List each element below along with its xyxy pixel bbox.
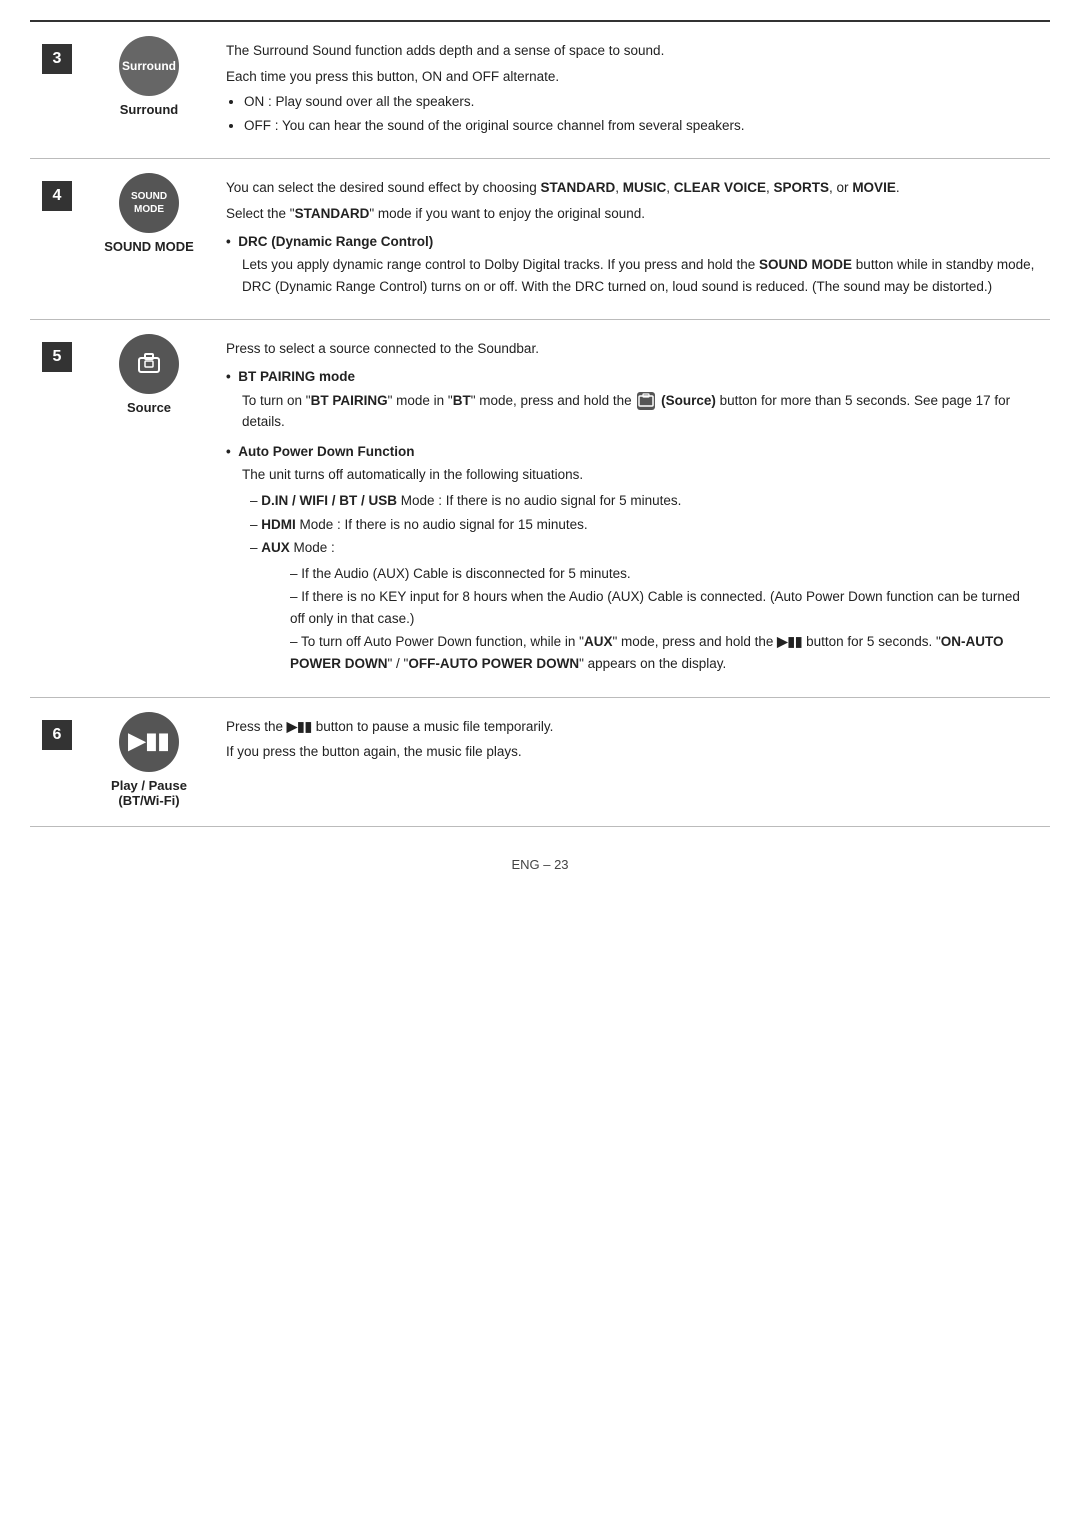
play-pause-desc-2: If you press the button again, the music… (226, 741, 1038, 763)
source-aux-item-1: If the Audio (AUX) Cable is disconnected… (290, 563, 1038, 585)
source-bt-pairing-title: • BT PAIRING mode (226, 366, 1038, 388)
surround-list-item-1: ON : Play sound over all the speakers. (244, 91, 1038, 113)
sound-mode-drc-title: • DRC (Dynamic Range Control) (226, 231, 1038, 253)
source-small-icon (637, 392, 655, 410)
source-auto-power-item-1: D.IN / WIFI / BT / USB Mode : If there i… (250, 490, 1038, 512)
table-row: 5 Source (30, 320, 1050, 697)
play-pause-description: Press the ▶▮▮ button to pause a music fi… (214, 697, 1050, 826)
source-auto-power-desc: The unit turns off automatically in the … (242, 464, 1038, 486)
number-badge-5: 5 (42, 342, 72, 372)
number-badge-6: 6 (42, 720, 72, 750)
row-number-4: 4 (30, 159, 84, 320)
source-auto-power-item-2: HDMI Mode : If there is no audio signal … (250, 514, 1038, 536)
surround-label: Surround (96, 102, 202, 117)
surround-icon: Surround (119, 36, 179, 96)
source-label: Source (96, 400, 202, 415)
sound-mode-description: You can select the desired sound effect … (214, 159, 1050, 320)
sound-mode-desc-2: Select the "STANDARD" mode if you want t… (226, 203, 1038, 225)
icon-cell-surround: Surround Surround (84, 21, 214, 159)
source-auto-power-item-3: AUX Mode : If the Audio (AUX) Cable is d… (250, 537, 1038, 675)
main-table: 3 Surround Surround The Surround Sound f… (30, 20, 1050, 827)
icon-cell-source: Source (84, 320, 214, 697)
source-aux-list: If the Audio (AUX) Cable is disconnected… (290, 563, 1038, 675)
surround-list-item-2: OFF : You can hear the sound of the orig… (244, 115, 1038, 137)
row-number-6: 6 (30, 697, 84, 826)
table-row: 4 SOUNDMODE SOUND MODE You can select th… (30, 159, 1050, 320)
surround-desc-line1: The Surround Sound function adds depth a… (226, 40, 1038, 62)
table-row: 3 Surround Surround The Surround Sound f… (30, 21, 1050, 159)
surround-description: The Surround Sound function adds depth a… (214, 21, 1050, 159)
source-icon (96, 334, 202, 394)
source-auto-power-title: • Auto Power Down Function (226, 441, 1038, 463)
page-number: ENG – 23 (511, 857, 568, 872)
icon-cell-play-pause: ▶▮▮ Play / Pause(BT/Wi-Fi) (84, 697, 214, 826)
source-svg-icon (135, 350, 163, 378)
sound-mode-desc-1: You can select the desired sound effect … (226, 177, 1038, 199)
table-row: 6 ▶▮▮ Play / Pause(BT/Wi-Fi) Press the ▶… (30, 697, 1050, 826)
source-aux-item-2: If there is no KEY input for 8 hours whe… (290, 586, 1038, 629)
sound-mode-label: SOUND MODE (96, 239, 202, 254)
number-badge-4: 4 (42, 181, 72, 211)
page-footer: ENG – 23 (30, 857, 1050, 872)
number-badge-3: 3 (42, 44, 72, 74)
page-container: 3 Surround Surround The Surround Sound f… (30, 20, 1050, 872)
source-aux-item-3: To turn off Auto Power Down function, wh… (290, 631, 1038, 674)
icon-cell-sound-mode: SOUNDMODE SOUND MODE (84, 159, 214, 320)
play-pause-label: Play / Pause(BT/Wi-Fi) (96, 778, 202, 808)
play-pause-desc-1: Press the ▶▮▮ button to pause a music fi… (226, 716, 1038, 738)
play-pause-glyph: ▶▮▮ (128, 728, 169, 754)
row-number-5: 5 (30, 320, 84, 697)
play-pause-icon: ▶▮▮ (119, 712, 179, 772)
surround-desc-line2: Each time you press this button, ON and … (226, 66, 1038, 88)
sound-mode-icon: SOUNDMODE (119, 173, 179, 233)
surround-list: ON : Play sound over all the speakers. O… (244, 91, 1038, 136)
row-number-3: 3 (30, 21, 84, 159)
sound-mode-drc-desc: Lets you apply dynamic range control to … (242, 254, 1038, 297)
source-inline-icon (637, 392, 655, 410)
source-bt-pairing-desc: To turn on "BT PAIRING" mode in "BT" mod… (242, 390, 1038, 433)
source-description: Press to select a source connected to th… (214, 320, 1050, 697)
source-desc-1: Press to select a source connected to th… (226, 338, 1038, 360)
source-auto-power-list: D.IN / WIFI / BT / USB Mode : If there i… (250, 490, 1038, 675)
